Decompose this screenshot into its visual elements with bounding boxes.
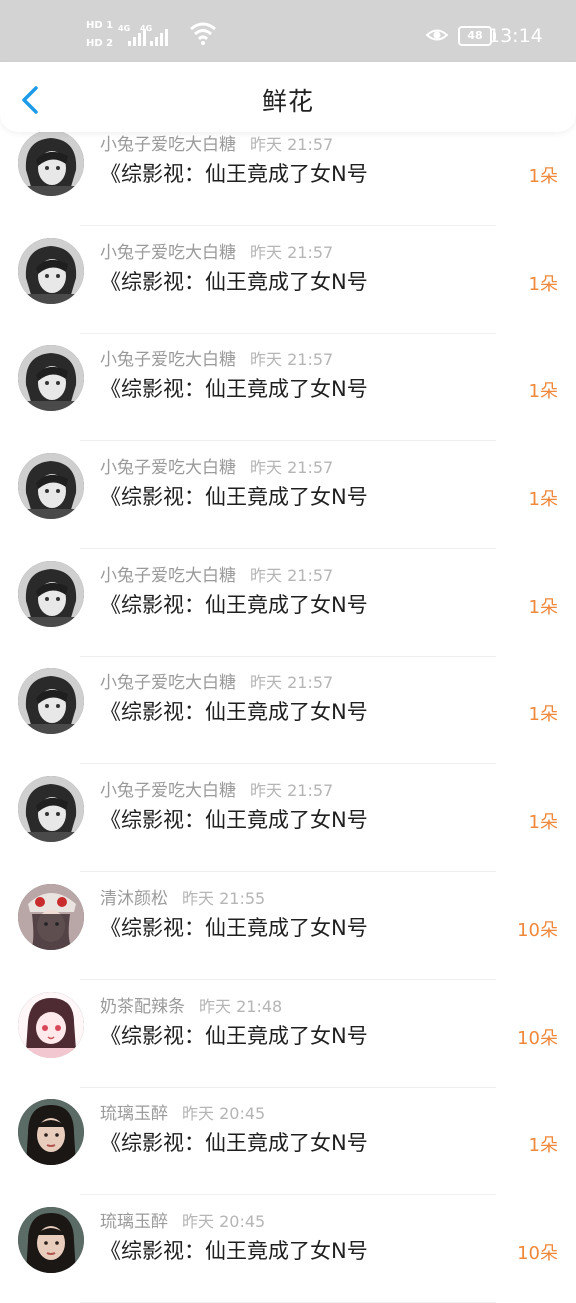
wifi-icon xyxy=(190,22,216,45)
book-title[interactable]: 《综影视：仙王竟成了女N号 xyxy=(100,1235,368,1265)
flower-record-row[interactable]: 小兔子爱吃大白糖 昨天 21:57 《综影视：仙王竟成了女N号 1朵 xyxy=(0,656,576,765)
username[interactable]: 小兔子爱吃大白糖 xyxy=(100,135,236,155)
book-title[interactable]: 《综影视：仙王竟成了女N号 xyxy=(100,1020,368,1050)
avatar[interactable] xyxy=(18,668,84,735)
flower-count: 1朵 xyxy=(528,273,558,295)
timestamp: 昨天 21:57 xyxy=(250,135,334,154)
username[interactable]: 小兔子爱吃大白糖 xyxy=(100,350,236,370)
flower-count: 1朵 xyxy=(528,704,558,726)
timestamp: 昨天 20:45 xyxy=(182,1104,266,1124)
nav-bar: 鲜花 xyxy=(0,62,576,132)
username[interactable]: 琉璃玉醉 xyxy=(100,1104,168,1124)
flower-record-row[interactable]: 小兔子爱吃大白糖 昨天 21:57 《综影视：仙王竟成了女N号 1朵 xyxy=(0,764,576,873)
flower-count: 10朵 xyxy=(517,1242,558,1264)
flower-record-row[interactable]: 奶茶配辣条 昨天 21:48 《综影视：仙王竟成了女N号 10朵 xyxy=(0,980,576,1088)
avatar[interactable] xyxy=(18,1206,84,1273)
username[interactable]: 奶茶配辣条 xyxy=(100,997,185,1017)
flower-count: 1朵 xyxy=(528,381,558,403)
username[interactable]: 清沐颜松 xyxy=(100,889,168,909)
flower-count: 1朵 xyxy=(528,166,558,187)
hd1-icon: HD 1 xyxy=(86,20,114,31)
username[interactable]: 小兔子爱吃大白糖 xyxy=(100,458,236,478)
flower-count: 10朵 xyxy=(517,1027,558,1049)
username[interactable]: 小兔子爱吃大白糖 xyxy=(100,566,236,586)
username[interactable]: 琉璃玉醉 xyxy=(100,1212,168,1232)
timestamp: 昨天 21:57 xyxy=(250,350,334,370)
flower-count: 1朵 xyxy=(528,812,558,834)
timestamp: 昨天 21:57 xyxy=(250,673,334,693)
flower-count: 1朵 xyxy=(528,1135,558,1157)
timestamp: 昨天 21:57 xyxy=(250,565,334,585)
avatar[interactable] xyxy=(18,776,84,843)
avatar[interactable] xyxy=(18,1099,84,1166)
avatar[interactable] xyxy=(18,883,84,950)
eye-icon xyxy=(426,29,448,41)
book-title[interactable]: 《综影视：仙王竟成了女N号 xyxy=(100,1127,368,1157)
page-title: 鲜花 xyxy=(261,87,314,116)
book-title[interactable]: 《综影视：仙王竟成了女N号 xyxy=(100,912,368,942)
timestamp: 昨天 21:57 xyxy=(250,242,334,262)
flower-record-row[interactable]: 琉璃玉醉 昨天 20:45 《综影视：仙王竟成了女N号 10朵 xyxy=(0,1195,576,1303)
avatar[interactable] xyxy=(18,345,84,412)
book-title[interactable]: 《综影视：仙王竟成了女N号 xyxy=(100,804,368,834)
book-title[interactable]: 《综影视：仙王竟成了女N号 xyxy=(100,589,368,619)
book-title[interactable]: 《综影视：仙王竟成了女N号 xyxy=(100,696,368,726)
battery-icon: 48 xyxy=(458,26,496,46)
avatar[interactable] xyxy=(18,130,84,196)
timestamp: 昨天 21:55 xyxy=(182,888,266,908)
book-title[interactable]: 《综影视：仙王竟成了女N号 xyxy=(100,481,368,511)
avatar[interactable] xyxy=(18,991,84,1058)
flower-record-row[interactable]: 小兔子爱吃大白糖 昨天 21:57 《综影视：仙王竟成了女N号 1朵 xyxy=(0,118,576,226)
status-bar: HD 1 HD 2 4G 4G 48 13:14 xyxy=(0,0,576,62)
flower-count: 1朵 xyxy=(528,596,558,618)
book-title[interactable]: 《综影视：仙王竟成了女N号 xyxy=(100,266,368,296)
timestamp: 昨天 21:57 xyxy=(250,458,334,478)
timestamp: 昨天 21:48 xyxy=(199,996,283,1016)
hd2-icon: HD 2 xyxy=(86,38,114,49)
signal-2-icon: 4G xyxy=(140,24,168,46)
flower-record-row[interactable]: 清沐颜松 昨天 21:55 《综影视：仙王竟成了女N号 10朵 xyxy=(0,872,576,980)
flower-record-row[interactable]: 小兔子爱吃大白糖 昨天 21:57 《综影视：仙王竟成了女N号 1朵 xyxy=(0,549,576,657)
flower-record-row[interactable]: 琉璃玉醉 昨天 20:45 《综影视：仙王竟成了女N号 1朵 xyxy=(0,1087,576,1196)
avatar[interactable] xyxy=(18,237,84,304)
clock: 13:14 xyxy=(488,25,543,47)
username[interactable]: 小兔子爱吃大白糖 xyxy=(100,781,236,801)
username[interactable]: 小兔子爱吃大白糖 xyxy=(100,243,236,263)
flower-record-row[interactable]: 小兔子爱吃大白糖 昨天 21:57 《综影视：仙王竟成了女N号 1朵 xyxy=(0,226,576,334)
avatar[interactable] xyxy=(18,453,84,520)
book-title[interactable]: 《综影视：仙王竟成了女N号 xyxy=(100,373,368,403)
book-title[interactable]: 《综影视：仙王竟成了女N号 xyxy=(100,158,368,188)
flower-record-row[interactable]: 小兔子爱吃大白糖 昨天 21:57 《综影视：仙王竟成了女N号 1朵 xyxy=(0,333,576,442)
timestamp: 昨天 21:57 xyxy=(250,781,334,801)
flower-count: 1朵 xyxy=(528,489,558,511)
avatar[interactable] xyxy=(18,560,84,627)
username[interactable]: 小兔子爱吃大白糖 xyxy=(100,673,236,693)
flower-record-row[interactable]: 小兔子爱吃大白糖 昨天 21:57 《综影视：仙王竟成了女N号 1朵 xyxy=(0,441,576,550)
flower-record-list: 小兔子爱吃大白糖 昨天 21:57 《综影视：仙王竟成了女N号 1朵 小兔子爱吃大白糖昨… xyxy=(0,118,576,1303)
flower-count: 10朵 xyxy=(517,919,558,941)
timestamp: 昨天 20:45 xyxy=(182,1211,266,1231)
